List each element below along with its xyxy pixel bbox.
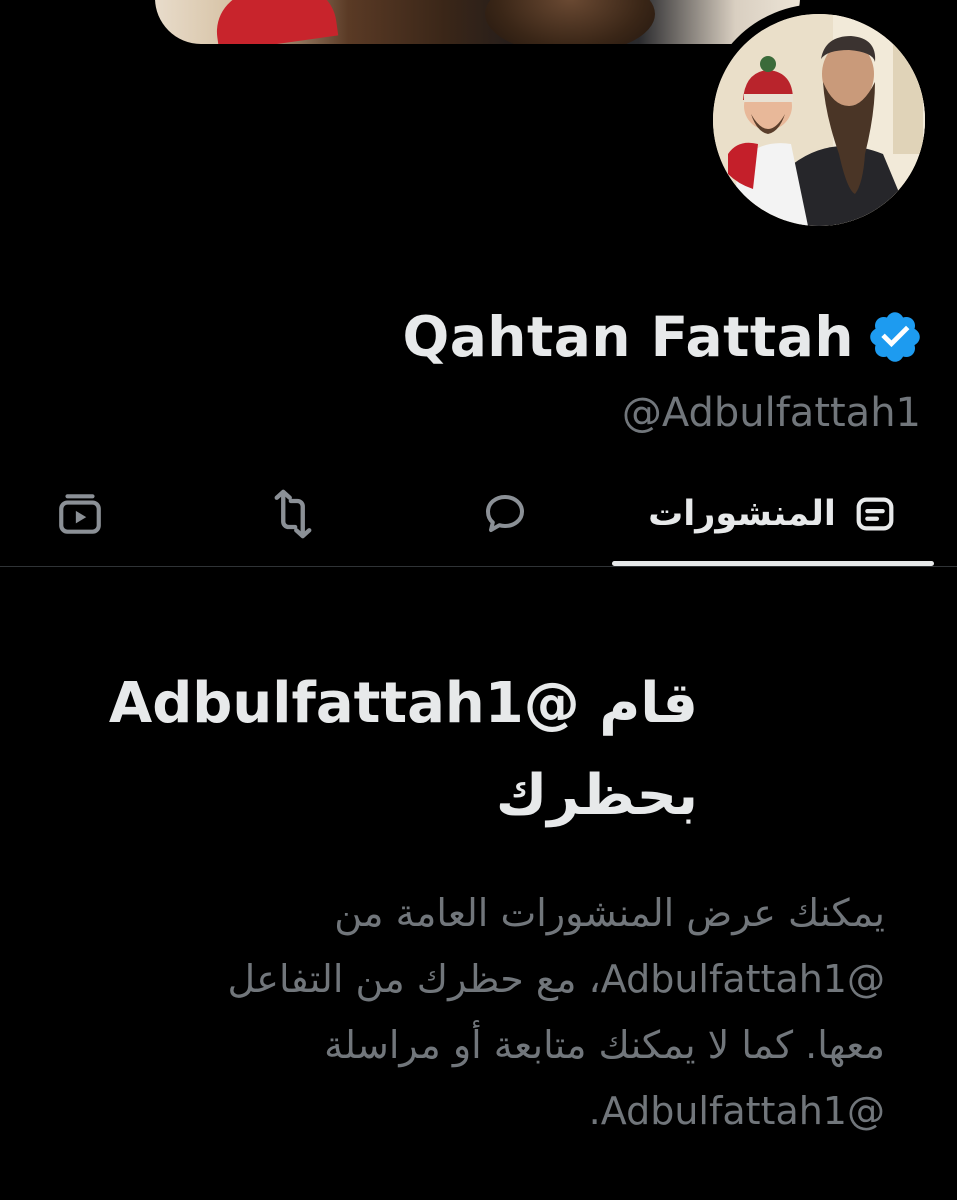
repost-icon	[267, 488, 319, 540]
tab-posts-label: المنشورات	[648, 494, 836, 534]
profile-handle: @Adbulfattah1	[621, 390, 921, 436]
blocked-description-line: معها. كما لا يمكنك متابعة أو مراسلة	[324, 1023, 885, 1067]
avatar-photo	[713, 14, 925, 226]
blocked-description: يمكنك عرض المنشورات العامة من @Adbulfatt…	[150, 880, 885, 1144]
verified-badge-icon[interactable]	[866, 308, 924, 366]
profile-tabs: المنشورات	[0, 462, 957, 567]
profile-name-row: Qahtan Fattah	[402, 302, 924, 372]
tab-posts[interactable]: المنشورات	[612, 462, 934, 566]
banner-detail	[211, 0, 339, 44]
video-icon	[55, 489, 105, 539]
blocked-description-line: يمكنك عرض المنشورات العامة من	[334, 891, 885, 935]
blocked-description-line: @Adbulfattah1.	[588, 1089, 885, 1133]
tab-reposts[interactable]	[243, 462, 343, 566]
avatar[interactable]	[703, 4, 935, 236]
profile-banner[interactable]	[155, 0, 800, 44]
tab-selected-indicator	[612, 561, 934, 566]
tab-media[interactable]	[30, 462, 130, 566]
blocked-title: قام @Adbulfattah1 بحظرك	[108, 671, 698, 828]
display-name: Qahtan Fattah	[402, 305, 854, 369]
comment-icon	[481, 490, 529, 538]
banner-detail	[485, 0, 655, 44]
posts-icon	[852, 491, 898, 537]
blocked-description-line: @Adbulfattah1، مع حظرك من التفاعل	[227, 957, 885, 1001]
tab-replies[interactable]	[455, 462, 555, 566]
